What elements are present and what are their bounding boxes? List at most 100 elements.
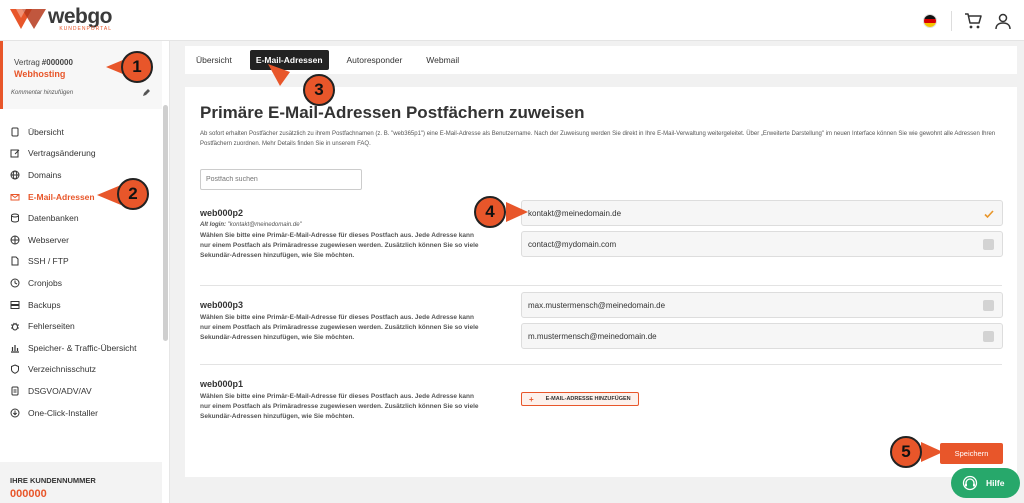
headset-icon [962, 475, 978, 491]
customer-number-panel: IHRE KUNDENNUMMER 000000 [0, 462, 162, 503]
sidebar-item-label: Backups [28, 299, 61, 310]
document-icon [11, 127, 19, 137]
sidebar-item-label: Cronjobs [28, 277, 63, 288]
pencil-icon[interactable] [142, 89, 150, 97]
customer-number-value: 000000 [10, 488, 47, 500]
german-flag-icon[interactable] [923, 13, 937, 28]
sidebar-item-uebersicht[interactable]: Übersicht [0, 121, 162, 143]
sidebar-item-datenbanken[interactable]: Datenbanken [0, 207, 162, 229]
divider [951, 10, 952, 31]
download-icon [10, 408, 20, 418]
bug-icon [11, 322, 19, 331]
user-icon[interactable] [994, 12, 1012, 30]
tab-bar: Übersicht E-Mail-Adressen Autoresponder … [185, 46, 1017, 74]
email-option[interactable]: max.mustermensch@meinedomain.de [521, 292, 1003, 318]
mailbox-description: Wählen Sie bitte eine Primär-E-Mail-Adre… [200, 232, 479, 259]
sidebar-item-verzeichnisschutz[interactable]: Verzeichnisschutz [0, 359, 162, 381]
main-card: Primäre E-Mail-Adressen Postfächern zuwe… [185, 87, 1017, 477]
intro-text: Ab sofort erhalten Postfächer zusätzlich… [200, 131, 996, 147]
sidebar-nav: Übersicht Vertragsänderung Domains E-Mai… [0, 121, 162, 423]
step-badge-1: 1 [121, 51, 153, 83]
backup-icon [10, 300, 20, 309]
email-address: kontakt@meinedomain.de [528, 208, 622, 218]
sidebar-item-fehlerseiten[interactable]: Fehlerseiten [0, 315, 162, 337]
step-badge-3: 3 [303, 74, 335, 106]
checkbox[interactable] [983, 239, 994, 250]
email-address: contact@mydomain.com [528, 239, 617, 249]
mailbox-web000p3: web000p3 Wählen Sie bitte eine Primär-E-… [200, 300, 480, 343]
mailbox-description: Wählen Sie bitte eine Primär-E-Mail-Adre… [200, 393, 479, 420]
contract-number: #000000 [41, 58, 73, 67]
sidebar-item-speicher-traffic[interactable]: Speicher- & Traffic-Übersicht [0, 337, 162, 359]
sidebar: Vertrag #000000 Webhosting Kommentar hinz… [0, 41, 170, 503]
top-bar: webgo KUNDENPORTAL [0, 0, 1024, 41]
sidebar-item-dsgvo[interactable]: DSGVO/ADV/AV [0, 380, 162, 402]
tab-autoresponder[interactable]: Autoresponder [347, 55, 403, 65]
help-label: Hilfe [986, 478, 1005, 488]
mailbox-search-input[interactable] [200, 169, 362, 190]
mailbox-web000p2: web000p2 Alt login: "kontakt@meinedomain… [200, 208, 480, 261]
server-globe-icon [10, 235, 20, 245]
clock-icon [10, 278, 20, 288]
sidebar-item-label: Verzeichnisschutz [28, 364, 97, 375]
sidebar-item-label: Webserver [28, 234, 69, 245]
sidebar-scrollbar[interactable] [163, 105, 168, 341]
sidebar-item-one-click-installer[interactable]: One-Click-Installer [0, 402, 162, 424]
sidebar-item-label: SSH / FTP [28, 256, 69, 267]
sidebar-item-label: One-Click-Installer [28, 407, 98, 418]
divider [200, 285, 1002, 286]
webgo-logo[interactable]: webgo KUNDENPORTAL [10, 5, 113, 33]
add-email-label: E-MAIL-ADRESSE HINZUFÜGEN [545, 396, 631, 402]
mailbox-name: web000p3 [200, 300, 244, 310]
webgo-logo-icon [10, 9, 46, 29]
plus-icon: + [529, 394, 534, 404]
mailbox-web000p1: web000p1 Wählen Sie bitte eine Primär-E-… [200, 379, 480, 422]
mailbox-name: web000p2 [200, 208, 244, 218]
email-option[interactable]: contact@mydomain.com [521, 231, 1003, 257]
sidebar-item-label: DSGVO/ADV/AV [28, 385, 92, 396]
step-badge-5: 5 [890, 436, 922, 468]
sidebar-item-label: Datenbanken [28, 213, 79, 224]
globe-icon [10, 170, 20, 180]
tab-webmail[interactable]: Webmail [426, 55, 459, 65]
email-icon [10, 193, 20, 201]
step-badge-2: 2 [117, 178, 149, 210]
sidebar-item-cronjobs[interactable]: Cronjobs [0, 272, 162, 294]
checkbox[interactable] [983, 331, 994, 342]
database-icon [11, 213, 19, 223]
sidebar-item-label: Übersicht [28, 126, 64, 137]
sidebar-item-ssh-ftp[interactable]: SSH / FTP [0, 251, 162, 273]
checkmark-icon[interactable] [983, 208, 995, 220]
sidebar-item-backups[interactable]: Backups [0, 294, 162, 316]
email-option[interactable]: m.mustermensch@meinedomain.de [521, 323, 1003, 349]
sidebar-item-vertragsaenderung[interactable]: Vertragsänderung [0, 143, 162, 165]
email-option[interactable]: kontakt@meinedomain.de [521, 200, 1003, 226]
sidebar-item-webserver[interactable]: Webserver [0, 229, 162, 251]
add-email-button[interactable]: + E-MAIL-ADRESSE HINZUFÜGEN [521, 392, 639, 406]
checkbox[interactable] [983, 300, 994, 311]
step-badge-4: 4 [474, 196, 506, 228]
file-icon [11, 256, 19, 266]
help-button[interactable]: Hilfe [951, 468, 1020, 498]
sidebar-item-label: Fehlerseiten [28, 321, 75, 332]
document-icon [11, 386, 19, 396]
sidebar-item-label: E-Mail-Adressen [28, 191, 95, 202]
email-address: m.mustermensch@meinedomain.de [528, 331, 657, 341]
edit-icon [10, 149, 20, 158]
cart-icon[interactable] [964, 12, 982, 30]
alt-login: Alt login: "kontakt@meinedomain.de" [200, 222, 480, 228]
email-address: max.mustermensch@meinedomain.de [528, 300, 666, 310]
mailbox-name: web000p1 [200, 379, 244, 389]
tab-uebersicht[interactable]: Übersicht [196, 55, 232, 65]
mailbox-description: Wählen Sie bitte eine Primär-E-Mail-Adre… [200, 314, 479, 341]
save-button[interactable]: Speichern [940, 443, 1003, 464]
add-comment-link[interactable]: Kommentar hinzufügen [11, 90, 73, 96]
badge-pointer [268, 64, 290, 86]
divider [200, 364, 1002, 365]
alt-login-value: "kontakt@meinedomain.de" [227, 222, 302, 228]
logo-wordmark: webgo [48, 5, 113, 28]
shield-icon [11, 364, 19, 375]
alt-login-label: Alt login: [200, 222, 226, 228]
sidebar-item-label: Domains [28, 169, 62, 180]
page-title: Primäre E-Mail-Adressen Postfächern zuwe… [200, 103, 585, 122]
